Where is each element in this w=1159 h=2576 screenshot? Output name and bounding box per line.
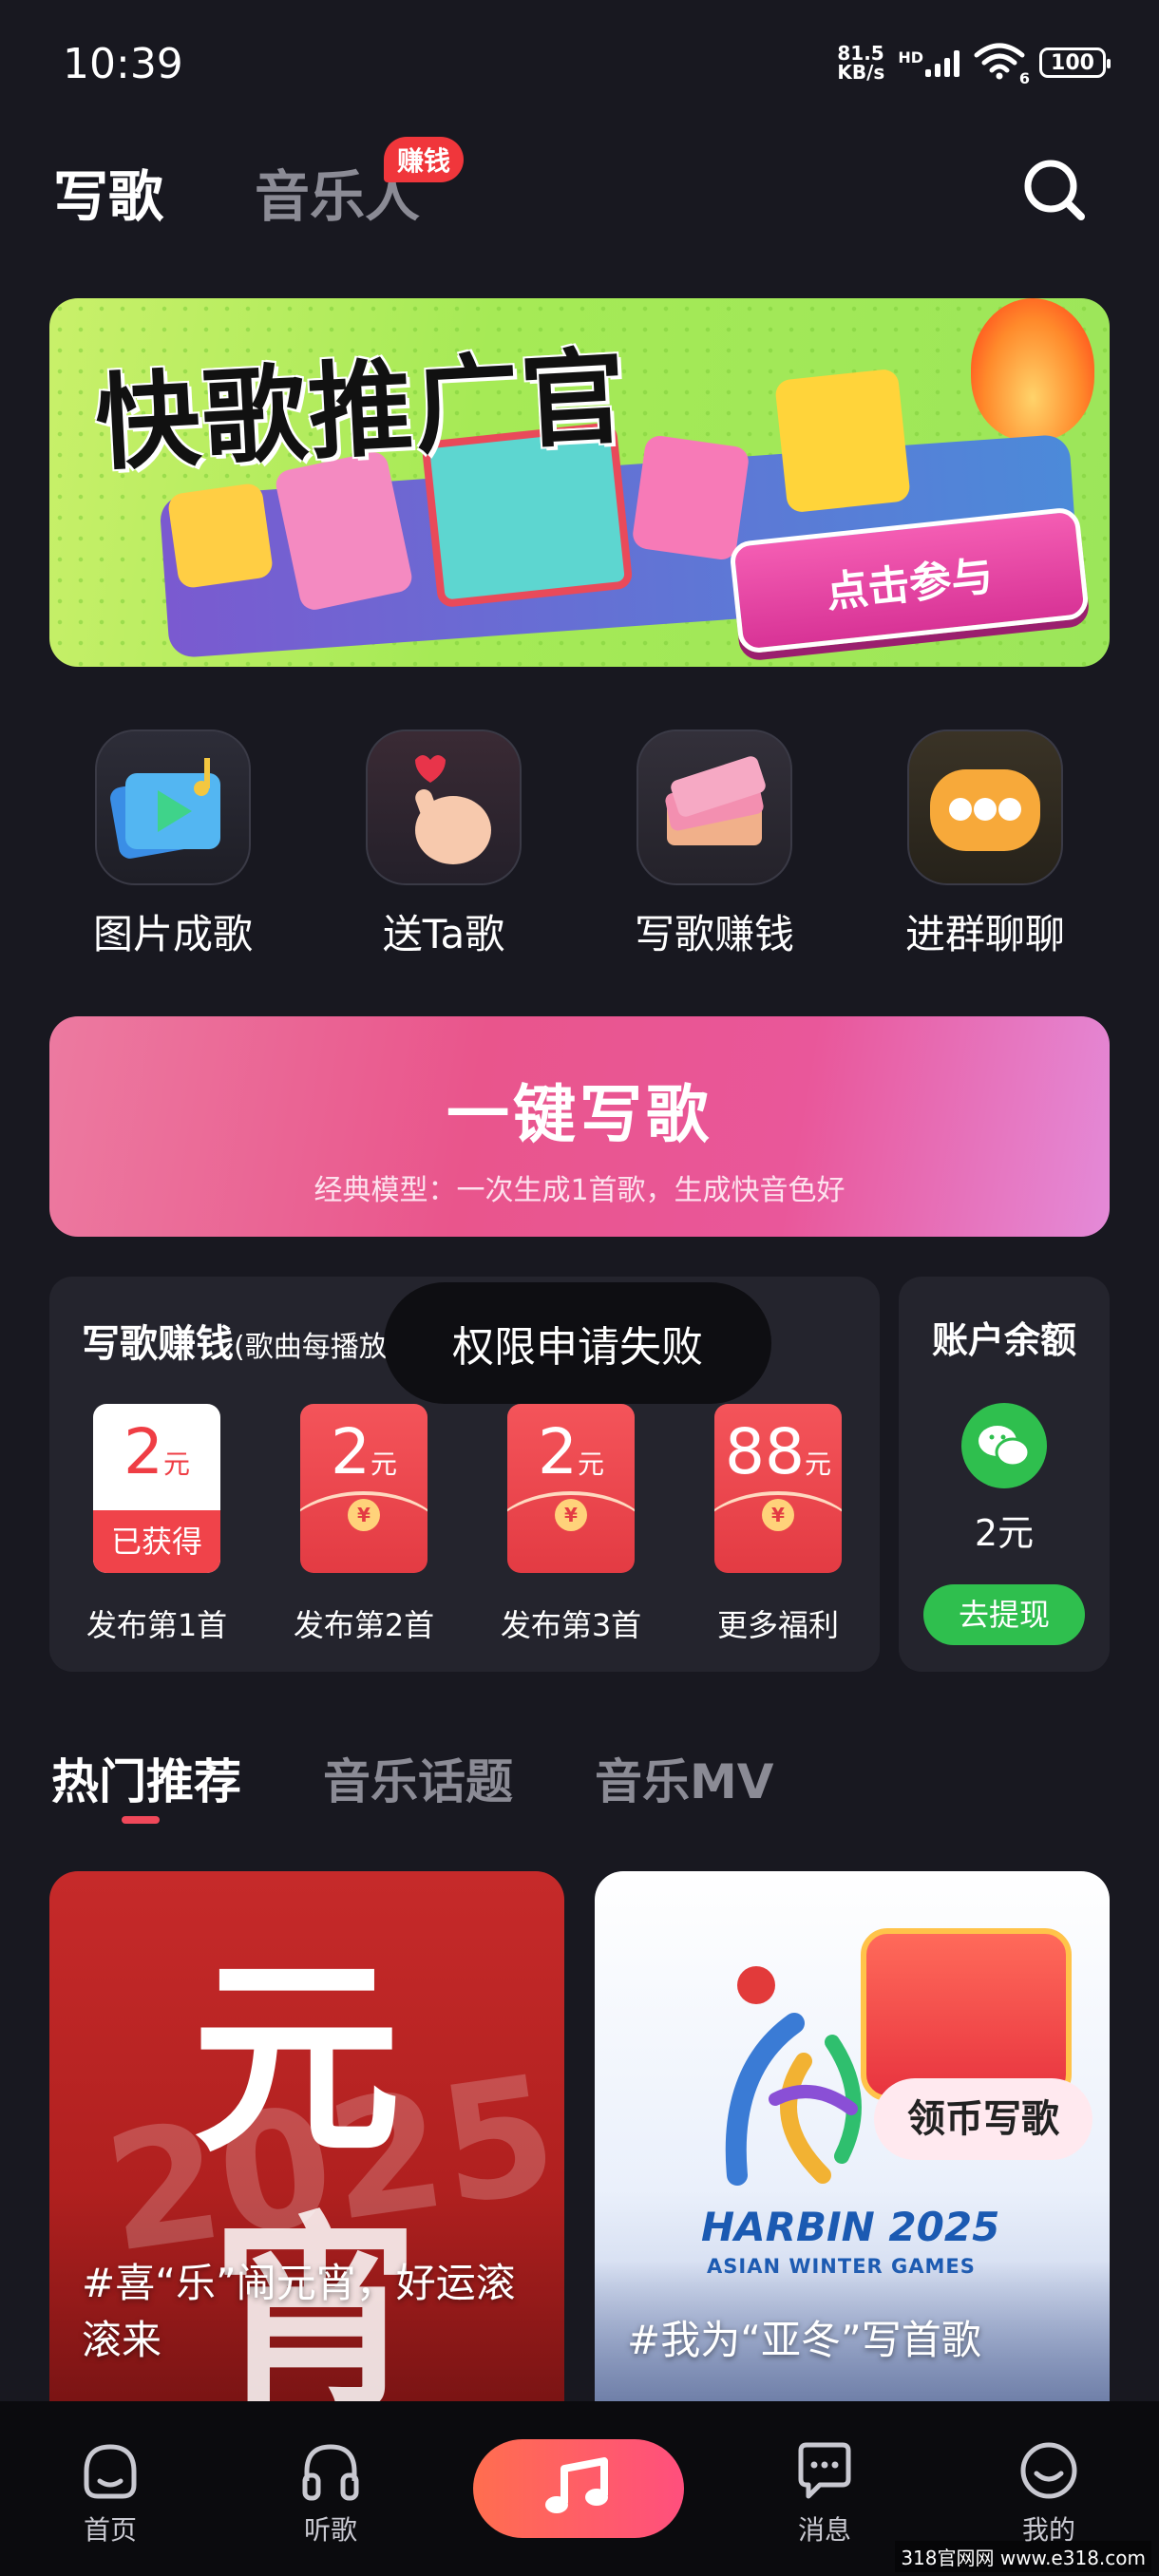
wifi-icon: 6 [973, 42, 1030, 87]
reward-item[interactable]: 2元 ¥ 发布第3首 [481, 1404, 661, 1645]
topic-card-lantern[interactable]: 2025 元 宵 #喜“乐”闹元宵，好运滚滚来 [49, 1871, 564, 2403]
signal-icon: HD [898, 48, 960, 77]
reward-item[interactable]: 2元 已获得 发布第1首 [66, 1404, 247, 1645]
topic-card-winter-games[interactable]: 领币写歌 HARBIN 2025 ASIAN WINTER GAMES #我为“… [595, 1871, 1110, 2403]
net-speed: 81.5 KB/s [837, 42, 885, 84]
shortcut-join-group[interactable]: 进群聊聊 [890, 729, 1080, 960]
status-icons: 81.5 KB/s HD 6 100 [837, 42, 1111, 87]
nav-listen[interactable]: 听歌 [274, 2437, 388, 2548]
music-note-icon [545, 2457, 608, 2513]
balance-title: 账户余额 [931, 1319, 1076, 1361]
treasure-chest-icon [861, 1928, 1072, 2101]
toast-message: 权限申请失败 [384, 1282, 771, 1404]
winter-games-logo-icon [725, 1966, 862, 2186]
red-envelope-icon: 2元 ¥ [507, 1404, 635, 1573]
red-envelope-icon: 2元 已获得 [93, 1404, 220, 1573]
shortcut-image-to-song[interactable]: 图片成歌 [78, 729, 268, 960]
card-caption: #喜“乐”闹元宵，好运滚滚来 [82, 2260, 516, 2363]
balance-amount: 2元 [974, 1512, 1035, 1554]
red-envelope-icon: 88元 ¥ [714, 1404, 842, 1573]
pink-block-icon [631, 433, 750, 562]
tab-music-topics[interactable]: 音乐话题 [323, 1744, 513, 1812]
nav-home[interactable]: 首页 [53, 2437, 167, 2548]
shortcut-send-song[interactable]: 送Ta歌 [349, 729, 539, 960]
smile-icon [1020, 2442, 1077, 2499]
promo-banner[interactable]: 快歌推广官 点击参与 [49, 298, 1110, 667]
watermark: 318官网网 www.e318.com [895, 2541, 1151, 2572]
status-time: 10:39 [63, 40, 183, 88]
nav-messages[interactable]: 消息 [768, 2437, 882, 2548]
money-stack-icon [636, 729, 792, 885]
one-key-write-button[interactable]: 一键写歌 经典模型：一次生成1首歌，生成快音色好 [49, 1016, 1110, 1237]
heart-hand-icon [366, 729, 522, 885]
shortcut-earn-money[interactable]: 写歌赚钱 [619, 729, 809, 960]
message-icon [798, 2442, 851, 2499]
earn-title: 写歌赚钱(歌曲每播放1 [82, 1322, 406, 1366]
robot-cube-icon [166, 482, 275, 590]
banner-title: 快歌推广官 [92, 335, 631, 485]
reward-item[interactable]: 88元 ¥ 更多福利 [688, 1404, 868, 1645]
red-envelope-icon: 2元 ¥ [300, 1404, 428, 1573]
withdraw-button[interactable]: 去提现 [923, 1584, 1085, 1645]
collect-coins-badge[interactable]: 领币写歌 [874, 2078, 1092, 2160]
home-face-icon [84, 2444, 137, 2499]
nav-mine[interactable]: 我的 [992, 2437, 1106, 2548]
balance-card: 账户余额 2元 去提现 [899, 1277, 1110, 1672]
tab-write-song[interactable]: 写歌 [53, 152, 163, 232]
reward-item[interactable]: 2元 ¥ 发布第2首 [274, 1404, 454, 1645]
chat-bubble-icon [907, 729, 1063, 885]
one-key-title: 一键写歌 [446, 1078, 712, 1151]
yellow-robot-icon [774, 368, 911, 514]
tab-hot-recommend[interactable]: 热门推荐 [51, 1744, 241, 1812]
tab-music-mv[interactable]: 音乐MV [595, 1744, 773, 1812]
active-tab-indicator [122, 1816, 160, 1824]
earn-badge: 赚钱 [384, 137, 465, 182]
create-music-button[interactable] [473, 2439, 684, 2538]
one-key-subtitle: 经典模型：一次生成1首歌，生成快音色好 [314, 1174, 846, 1207]
flame-icon [971, 298, 1094, 441]
image-to-song-icon [95, 729, 251, 885]
claimed-label: 已获得 [93, 1510, 220, 1573]
headphones-icon [302, 2444, 359, 2501]
battery-icon: 100 [1039, 47, 1111, 78]
search-icon[interactable] [1020, 156, 1087, 222]
card-caption: #我为“亚冬”写首歌 [627, 2317, 981, 2363]
wechat-icon [961, 1403, 1047, 1488]
